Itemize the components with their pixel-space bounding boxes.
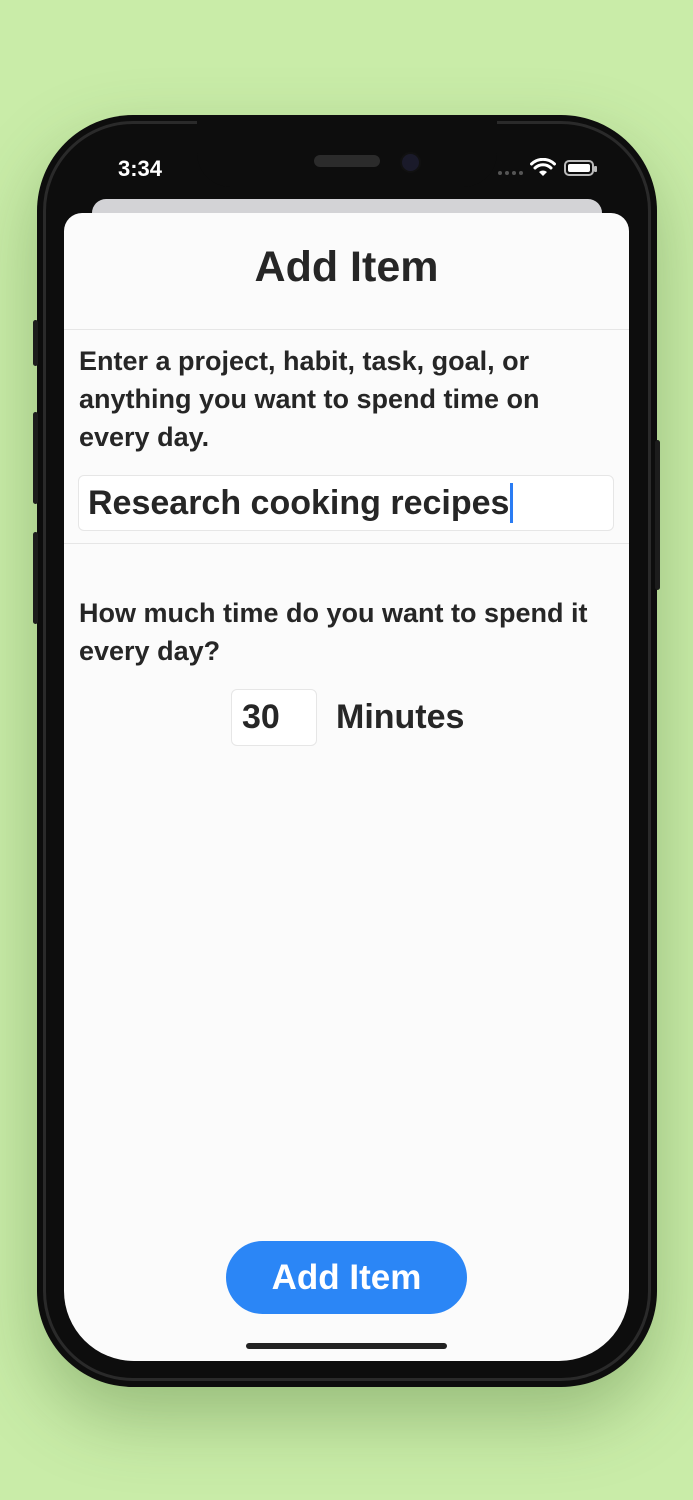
volume-down-button [33, 532, 38, 624]
battery-icon [564, 160, 597, 176]
speaker-grille [314, 155, 380, 167]
volume-up-button [33, 412, 38, 504]
item-name-value: Research cooking recipes [88, 483, 510, 522]
wifi-icon [530, 158, 556, 176]
add-item-sheet: Add Item Enter a project, habit, task, g… [64, 213, 629, 1361]
front-camera [400, 152, 421, 173]
add-item-button[interactable]: Add Item [226, 1241, 467, 1314]
title-divider [64, 329, 629, 330]
mute-switch [33, 320, 38, 366]
minutes-label: Minutes [336, 698, 465, 736]
power-button [655, 440, 660, 590]
text-cursor [510, 483, 514, 523]
minutes-input[interactable]: 30 [231, 689, 317, 746]
field-divider [64, 543, 629, 544]
sheet-title: Add Item [254, 243, 439, 291]
home-indicator[interactable] [246, 1343, 447, 1349]
notch [197, 115, 497, 187]
signal-icon [498, 171, 523, 175]
minutes-row: 30 Minutes [231, 689, 464, 746]
status-time: 3:34 [118, 156, 163, 181]
item-name-input[interactable]: Research cooking recipes [78, 475, 614, 531]
time-prompt: How much time do you want to spend it ev… [79, 598, 588, 666]
item-prompt: Enter a project, habit, task, goal, or a… [79, 346, 540, 452]
